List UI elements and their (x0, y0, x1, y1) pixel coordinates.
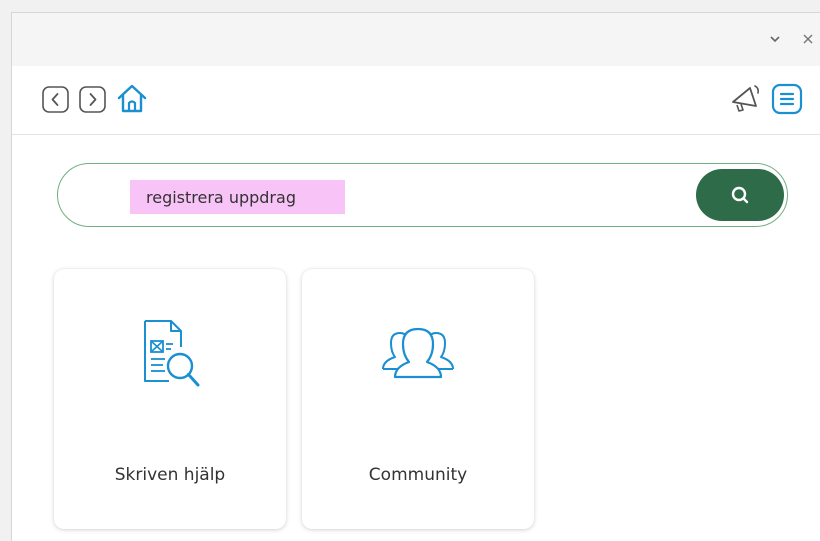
home-button[interactable] (115, 82, 149, 116)
people-group-icon (382, 327, 454, 379)
document-search-icon (144, 320, 200, 387)
search-icon (731, 186, 749, 204)
megaphone-icon (732, 85, 759, 112)
chevron-left-icon (42, 86, 69, 113)
home-icon (117, 84, 147, 113)
card-label: Skriven hjälp (114, 465, 226, 485)
card-community[interactable]: Community (302, 269, 534, 529)
chevron-down-icon (770, 36, 780, 43)
forward-button[interactable] (79, 86, 106, 113)
search-bar (57, 163, 788, 227)
navigation-toolbar (12, 66, 820, 135)
back-button[interactable] (42, 86, 69, 113)
minimize-button[interactable] (763, 27, 787, 51)
card-written-help[interactable]: Skriven hjälp (54, 269, 286, 529)
close-button[interactable] (796, 27, 820, 51)
title-bar (12, 13, 820, 66)
search-button[interactable] (696, 169, 784, 221)
card-label: Community (368, 465, 468, 485)
chevron-right-icon (79, 86, 106, 113)
close-icon (803, 34, 813, 44)
menu-icon (771, 83, 803, 115)
menu-button[interactable] (771, 83, 803, 115)
announcements-button[interactable] (728, 82, 762, 116)
search-input[interactable] (130, 180, 345, 214)
help-window: Skriven hjälp Community (11, 12, 820, 541)
